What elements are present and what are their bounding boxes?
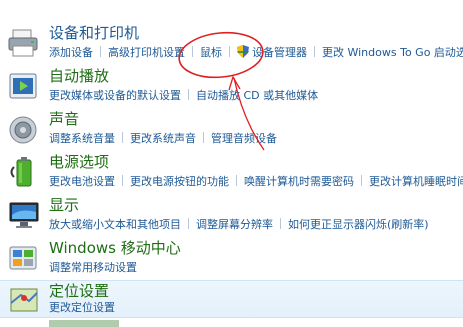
link-separator — [122, 175, 123, 186]
category-sound: 声音 调整系统音量 更改系统声音 管理音频设备 — [0, 110, 463, 152]
category-mobility-center: Windows 移动中心 调整常用移动设置 — [0, 239, 463, 281]
change-location-settings-link[interactable]: 更改定位设置 — [49, 301, 115, 314]
link-separator — [122, 132, 123, 143]
category-autoplay: 自动播放 更改媒体或设备的默认设置 自动播放 CD 或其他媒体 — [0, 67, 463, 109]
speaker-icon — [9, 116, 37, 144]
category-power-options: 电源选项 更改电池设置 更改电源按钮的功能 唤醒计算机时需要密码 更改计算机睡眠时间 — [0, 153, 463, 195]
devices-printers-links: 添加设备 高级打印机设置 鼠标 设备管理器 更改 Windows To Go 启动选项 — [49, 45, 463, 60]
partial-title-fragment — [49, 320, 119, 327]
power-options-title[interactable]: 电源选项 — [49, 153, 109, 172]
link-separator — [280, 218, 281, 229]
autoplay-icon — [9, 73, 37, 99]
category-location-settings[interactable]: 定位设置 更改定位设置 — [0, 280, 463, 318]
manage-audio-devices-link[interactable]: 管理音频设备 — [211, 132, 277, 145]
mobility-center-icon — [9, 246, 37, 270]
category-display: 显示 放大或缩小文本和其他项目 调整屏幕分辨率 如何更正显示器闪烁(刷新率) — [0, 196, 463, 238]
sound-links: 调整系统音量 更改系统声音 管理音频设备 — [49, 131, 277, 146]
adjust-volume-link[interactable]: 调整系统音量 — [49, 132, 115, 145]
add-device-link[interactable]: 添加设备 — [49, 46, 93, 59]
advanced-printer-settings-link[interactable]: 高级打印机设置 — [108, 46, 185, 59]
link-separator — [236, 175, 237, 186]
change-battery-settings-link[interactable]: 更改电池设置 — [49, 175, 115, 188]
link-separator — [188, 218, 189, 229]
change-sleep-time-link[interactable]: 更改计算机睡眠时间 — [369, 175, 463, 188]
display-icon — [9, 202, 39, 228]
autoplay-cd-link[interactable]: 自动播放 CD 或其他媒体 — [196, 89, 318, 102]
mobility-center-links: 调整常用移动设置 — [49, 260, 137, 275]
uac-shield-icon — [237, 45, 249, 58]
sound-title[interactable]: 声音 — [49, 110, 79, 129]
require-password-on-wake-link[interactable]: 唤醒计算机时需要密码 — [244, 175, 354, 188]
mobility-center-title[interactable]: Windows 移动中心 — [49, 239, 181, 258]
power-options-links: 更改电池设置 更改电源按钮的功能 唤醒计算机时需要密码 更改计算机睡眠时间 — [49, 174, 463, 189]
change-media-defaults-link[interactable]: 更改媒体或设备的默认设置 — [49, 89, 181, 102]
battery-icon — [10, 157, 32, 187]
change-sounds-link[interactable]: 更改系统声音 — [130, 132, 196, 145]
link-separator — [192, 46, 193, 57]
refresh-rate-link[interactable]: 如何更正显示器闪烁(刷新率) — [288, 218, 429, 231]
link-separator — [314, 46, 315, 57]
location-settings-title[interactable]: 定位设置 — [49, 282, 109, 301]
category-devices-printers: 设备和打印机 添加设备 高级打印机设置 鼠标 设备管理器 更改 Windows To G… — [0, 24, 463, 66]
text-size-link[interactable]: 放大或缩小文本和其他项目 — [49, 218, 181, 231]
autoplay-links: 更改媒体或设备的默认设置 自动播放 CD 或其他媒体 — [49, 88, 318, 103]
link-separator — [188, 89, 189, 100]
windows-to-go-link[interactable]: 更改 Windows To Go 启动选项 — [322, 46, 463, 59]
mouse-link[interactable]: 鼠标 — [200, 46, 222, 59]
device-manager-link[interactable]: 设备管理器 — [252, 46, 307, 59]
hardware-and-sound-panel: 设备和打印机 添加设备 高级打印机设置 鼠标 设备管理器 更改 Windows To G… — [0, 0, 463, 327]
location-settings-links: 更改定位设置 — [49, 300, 115, 315]
display-title[interactable]: 显示 — [49, 196, 79, 215]
category-partial-next — [0, 318, 463, 327]
power-button-function-link[interactable]: 更改电源按钮的功能 — [130, 175, 229, 188]
link-separator — [361, 175, 362, 186]
printer-icon — [8, 29, 38, 57]
autoplay-title[interactable]: 自动播放 — [49, 67, 109, 86]
devices-printers-title[interactable]: 设备和打印机 — [49, 24, 139, 43]
link-separator — [229, 46, 230, 57]
display-links: 放大或缩小文本和其他项目 调整屏幕分辨率 如何更正显示器闪烁(刷新率) — [49, 217, 429, 232]
common-mobility-settings-link[interactable]: 调整常用移动设置 — [49, 261, 137, 274]
link-separator — [203, 132, 204, 143]
link-separator — [100, 46, 101, 57]
screen-resolution-link[interactable]: 调整屏幕分辨率 — [196, 218, 273, 231]
location-icon — [10, 288, 38, 312]
